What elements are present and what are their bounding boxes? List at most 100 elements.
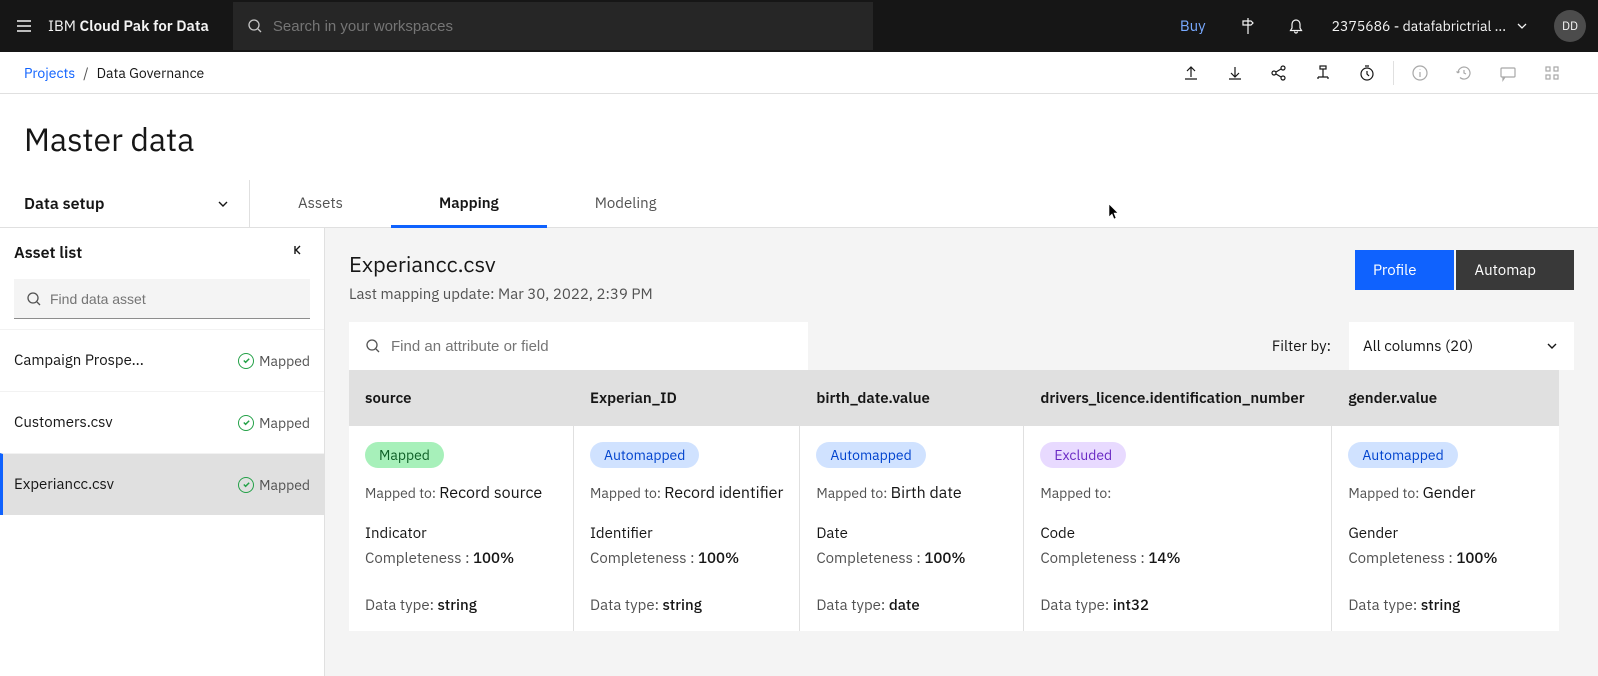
tab-mapping[interactable]: Mapping — [391, 180, 547, 227]
mapping-pill: Automapped — [590, 442, 699, 468]
column-card[interactable]: drivers_licence.identification_number Exc… — [1023, 370, 1331, 631]
asset-name: Campaign Prospe... — [14, 351, 144, 370]
mapped-to: Mapped to: — [1040, 482, 1315, 504]
checkmark-icon — [238, 353, 254, 369]
column-header: gender.value — [1332, 370, 1559, 426]
data-setup-label: Data setup — [24, 194, 105, 214]
checkmark-icon — [238, 415, 254, 431]
breadcrumb-current: Data Governance — [97, 64, 205, 82]
top-nav: IBM Cloud Pak for Data Buy 2375686 - dat… — [0, 0, 1598, 52]
mapping-pill: Mapped — [365, 442, 444, 468]
tab-row: Data setup Assets Mapping Modeling — [0, 180, 1598, 228]
asset-item-campaign-prospects[interactable]: Campaign Prospe... Mapped — [0, 329, 324, 391]
main-content: Experiancc.csv Last mapping update: Mar … — [325, 228, 1598, 676]
asset-search-input[interactable] — [50, 291, 298, 307]
data-type: Data type: date — [816, 596, 1007, 615]
mapped-to: Mapped to: Gender — [1348, 482, 1543, 504]
search-icon — [365, 338, 381, 354]
chevron-down-icon — [1514, 18, 1530, 34]
attribute-class: Identifier — [590, 524, 783, 543]
search-icon — [26, 291, 42, 307]
asset-status: Mapped — [238, 352, 310, 370]
asset-item-customers[interactable]: Customers.csv Mapped — [0, 391, 324, 453]
chevron-down-icon — [1544, 338, 1560, 354]
asset-status: Mapped — [238, 414, 310, 432]
brand-label: IBM Cloud Pak for Data — [48, 17, 209, 36]
download-icon[interactable] — [1213, 53, 1257, 93]
buy-link[interactable]: Buy — [1162, 17, 1224, 36]
data-type: Data type: string — [590, 596, 783, 615]
filter-dropdown[interactable]: All columns (20) — [1349, 322, 1574, 370]
mapped-to: Mapped to: Birth date — [816, 482, 1007, 504]
timer-icon[interactable] — [1345, 53, 1389, 93]
chat-icon[interactable] — [1486, 53, 1530, 93]
data-type: Data type: int32 — [1040, 596, 1315, 615]
asset-status: Mapped — [238, 476, 310, 494]
search-icon — [247, 18, 263, 34]
account-switcher[interactable]: 2375686 - datafabrictrial ... — [1320, 17, 1542, 35]
brand-name: Cloud Pak for Data — [80, 17, 209, 36]
mapped-to: Mapped to: Record identifier — [590, 482, 783, 504]
asset-search[interactable] — [14, 279, 310, 319]
mapping-pill: Automapped — [816, 442, 925, 468]
asset-name: Experiancc.csv — [14, 475, 114, 494]
data-setup-dropdown[interactable]: Data setup — [0, 180, 250, 227]
completeness: Completeness : 14% — [1040, 549, 1315, 568]
checkmark-icon — [238, 477, 254, 493]
column-header: drivers_licence.identification_number — [1024, 370, 1331, 426]
attribute-class: Gender — [1348, 524, 1543, 543]
attribute-class: Code — [1040, 524, 1315, 543]
profile-button[interactable]: Profile — [1355, 250, 1455, 290]
mapping-pill: Excluded — [1040, 442, 1126, 468]
attribute-search-input[interactable] — [391, 338, 792, 355]
column-header: birth_date.value — [800, 370, 1023, 426]
brand-prefix: IBM — [48, 17, 76, 36]
completeness: Completeness : 100% — [365, 549, 557, 568]
column-card[interactable]: birth_date.value Automapped Mapped to: Bir… — [799, 370, 1023, 631]
global-search[interactable] — [233, 2, 873, 50]
column-card[interactable]: Experian_ID Automapped Mapped to: Record i… — [573, 370, 799, 631]
menu-button[interactable] — [0, 16, 48, 36]
grid-icon[interactable] — [1530, 53, 1574, 93]
asset-sidebar: Asset list Campaign Prospe... Mapped Cus… — [0, 228, 325, 676]
graph-icon[interactable] — [1257, 53, 1301, 93]
user-avatar[interactable]: DD — [1554, 10, 1586, 42]
breadcrumb-separator: / — [83, 64, 88, 82]
column-header: Experian_ID — [574, 370, 799, 426]
completeness: Completeness : 100% — [590, 549, 783, 568]
data-type: Data type: string — [365, 596, 557, 615]
asset-item-experiancc[interactable]: Experiancc.csv Mapped — [0, 453, 324, 515]
collapse-sidebar-button[interactable] — [290, 242, 306, 263]
columns-scroller[interactable]: source Mapped Mapped to: Record source Indi… — [333, 370, 1598, 631]
asset-list-title: Asset list — [14, 243, 82, 263]
automap-button[interactable]: Automap — [1456, 250, 1574, 290]
file-title: Experiancc.csv — [349, 250, 1355, 279]
signpost-icon[interactable] — [1224, 16, 1272, 36]
attribute-class: Indicator — [365, 524, 557, 543]
filter-by-label: Filter by: — [1272, 337, 1331, 356]
mapped-to: Mapped to: Record source — [365, 482, 557, 504]
global-search-input[interactable] — [273, 18, 859, 35]
completeness: Completeness : 100% — [816, 549, 1007, 568]
chevron-down-icon — [215, 196, 231, 212]
flow-icon[interactable] — [1301, 53, 1345, 93]
breadcrumb-bar: Projects / Data Governance — [0, 52, 1598, 94]
breadcrumb-projects-link[interactable]: Projects — [24, 64, 75, 82]
page-title: Master data — [0, 94, 1598, 180]
notifications-icon[interactable] — [1272, 16, 1320, 36]
attribute-class: Date — [816, 524, 1007, 543]
column-header: source — [349, 370, 573, 426]
column-card[interactable]: gender.valueAutomappedMapped to: GenderG… — [1331, 370, 1559, 631]
tab-modeling[interactable]: Modeling — [547, 180, 705, 227]
file-subtitle: Last mapping update: Mar 30, 2022, 2:39 … — [349, 285, 1355, 304]
column-card[interactable]: source Mapped Mapped to: Record source Indi… — [349, 370, 573, 631]
tab-assets[interactable]: Assets — [250, 180, 391, 227]
upload-icon[interactable] — [1169, 53, 1213, 93]
history-icon[interactable] — [1442, 53, 1486, 93]
data-type: Data type: string — [1348, 596, 1543, 615]
info-icon[interactable] — [1398, 53, 1442, 93]
completeness: Completeness : 100% — [1348, 549, 1543, 568]
asset-name: Customers.csv — [14, 413, 113, 432]
project-action-icons — [1169, 53, 1574, 93]
attribute-search[interactable] — [349, 322, 808, 370]
